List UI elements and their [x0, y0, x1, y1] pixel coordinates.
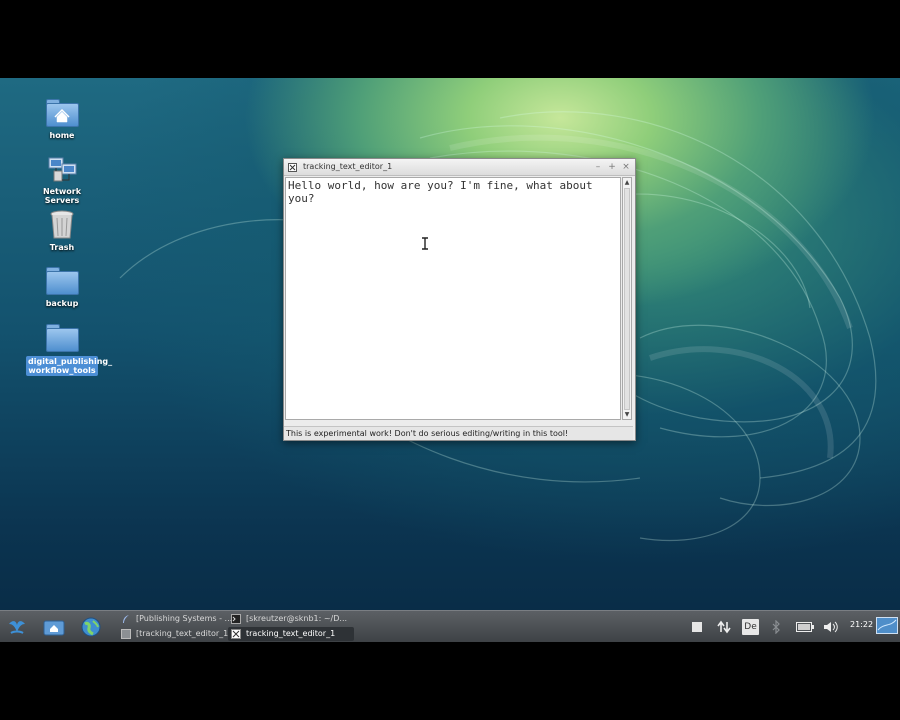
trash-icon	[45, 210, 79, 240]
desktop-icon-home[interactable]: home	[26, 98, 98, 140]
scroll-up-arrow-icon[interactable]: ▲	[623, 178, 631, 187]
clock[interactable]: 21:22	[850, 620, 873, 629]
desktop-icon-label: home	[49, 131, 75, 140]
network-transfer-icon[interactable]	[716, 619, 732, 635]
desktop-icon-digital-publishing-workflow-tools[interactable]: digital_publishing_ workflow_tools	[26, 323, 113, 376]
desktop-preview-icon	[876, 617, 898, 634]
vertical-scrollbar[interactable]: ▲ ▼	[622, 177, 632, 420]
window-icon	[121, 629, 131, 639]
text-cursor-icon	[422, 237, 428, 250]
text-editor-window[interactable]: tracking_text_editor_1 – + × Hello world…	[283, 158, 636, 441]
desktop-icon-trash[interactable]: Trash	[26, 210, 98, 252]
maximize-button[interactable]: +	[606, 159, 618, 175]
battery-icon[interactable]	[795, 619, 815, 635]
folder-icon	[45, 323, 79, 353]
editor-icon	[231, 629, 241, 639]
terminal-icon	[231, 614, 241, 624]
bluetooth-icon[interactable]	[770, 619, 782, 635]
close-button[interactable]: ×	[620, 159, 632, 175]
app-icon	[288, 162, 297, 172]
desktop-icon-label: backup	[45, 299, 79, 308]
network-servers-icon	[45, 154, 79, 184]
window-titlebar[interactable]: tracking_text_editor_1 – + ×	[284, 159, 635, 176]
taskbar: [Publishing Systems - ... [skreutzer@skn…	[0, 610, 900, 642]
start-menu-icon	[9, 621, 25, 634]
home-folder-icon	[45, 98, 79, 128]
task-publishing-systems[interactable]: [Publishing Systems - ...	[118, 612, 241, 626]
window-title: tracking_text_editor_1	[303, 162, 393, 171]
desktop-icon-network-servers[interactable]: Network Servers	[26, 154, 98, 205]
scroll-down-arrow-icon[interactable]: ▼	[623, 410, 631, 419]
home-folder-icon	[43, 620, 65, 636]
minimize-button[interactable]: –	[592, 159, 604, 175]
volume-icon[interactable]	[822, 619, 840, 635]
globe-icon	[81, 617, 101, 637]
desktop-icon-label: Network Servers	[42, 187, 82, 205]
desktop-icon-label: Trash	[49, 243, 75, 252]
desktop-icon-backup[interactable]: backup	[26, 266, 98, 308]
desktop-icon-label: digital_publishing_ workflow_tools	[26, 356, 113, 376]
feather-icon	[123, 615, 129, 623]
scrollbar-thumb[interactable]	[624, 188, 630, 410]
keyboard-layout-indicator[interactable]: De	[742, 619, 759, 635]
status-bar: This is experimental work! Don't do seri…	[284, 426, 633, 440]
show-desktop-button[interactable]	[876, 617, 898, 635]
folder-icon	[45, 266, 79, 296]
task-tracking-text-editor[interactable]: tracking_text_editor_1	[228, 627, 354, 641]
start-menu-button[interactable]	[6, 616, 28, 638]
task-tracking-text-editor-bracketed[interactable]: [tracking_text_editor_1]	[118, 627, 241, 641]
browser-launcher-button[interactable]	[80, 616, 102, 638]
home-launcher-button[interactable]	[43, 616, 65, 638]
task-terminal[interactable]: [skreutzer@sknb1: ~/D...	[228, 612, 351, 626]
stop-icon[interactable]	[690, 619, 704, 635]
editor-text-area[interactable]: Hello world, how are you? I'm fine, what…	[285, 177, 621, 420]
